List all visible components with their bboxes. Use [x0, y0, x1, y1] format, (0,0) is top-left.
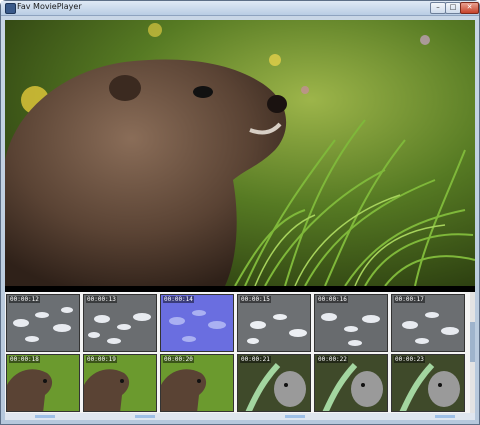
thumbnail-timecode: 00:00:17	[394, 296, 425, 303]
thumbnail-timecode: 00:00:18	[9, 356, 40, 363]
video-frame[interactable]	[5, 20, 475, 286]
thumbnail-timecode: 00:00:12	[9, 296, 40, 303]
app-icon	[5, 3, 16, 14]
timeline-segment	[285, 415, 305, 418]
thumbnail-timecode: 00:00:19	[86, 356, 117, 363]
close-button[interactable]: ✕	[460, 2, 479, 14]
thumbnail-timecode: 00:00:21	[240, 356, 271, 363]
thumbnail-timecode: 00:00:13	[86, 296, 117, 303]
thumbnail-11[interactable]: 00:00:22	[314, 354, 388, 412]
thumbnail-timecode: 00:00:20	[163, 356, 194, 363]
timeline-segment	[435, 415, 455, 418]
thumbnail-2[interactable]: 00:00:13	[83, 294, 157, 352]
maximize-button[interactable]: □	[445, 2, 461, 14]
thumbnail-1[interactable]: 00:00:12	[6, 294, 80, 352]
timeline-segment	[135, 415, 155, 418]
window-title: Fav MoviePlayer	[17, 2, 82, 11]
thumbnail-timecode: 00:00:16	[317, 296, 348, 303]
player-client-area: 00:00:12 00:00:13 00:00:14 00:00:15 00:0…	[5, 20, 475, 420]
minimize-button[interactable]: –	[430, 2, 446, 14]
thumbnail-3-selected[interactable]: 00:00:14	[160, 294, 234, 352]
video-image	[5, 20, 475, 286]
title-bar[interactable]: Fav MoviePlayer – □ ✕	[1, 1, 479, 16]
thumbnail-9[interactable]: 00:00:20	[160, 354, 234, 412]
timeline-segment	[35, 415, 55, 418]
thumbnail-timecode: 00:00:22	[317, 356, 348, 363]
timeline-bar[interactable]	[5, 413, 475, 420]
thumbnail-4[interactable]: 00:00:15	[237, 294, 311, 352]
app-window: Fav MoviePlayer – □ ✕ 00:00:12 00:00:13 …	[0, 0, 480, 425]
thumbnail-10[interactable]: 00:00:21	[237, 354, 311, 412]
scrollbar-thumb[interactable]	[470, 322, 475, 362]
thumbnail-5[interactable]: 00:00:16	[314, 294, 388, 352]
thumbnail-timecode: 00:00:14	[163, 296, 194, 303]
thumbnail-timecode: 00:00:23	[394, 356, 425, 363]
thumbnail-6[interactable]: 00:00:17	[391, 294, 465, 352]
thumbnail-timecode: 00:00:15	[240, 296, 271, 303]
thumbnail-8[interactable]: 00:00:19	[83, 354, 157, 412]
thumbnail-strip: 00:00:12 00:00:13 00:00:14 00:00:15 00:0…	[5, 292, 475, 420]
thumbnail-12[interactable]: 00:00:23	[391, 354, 465, 412]
thumbnail-7[interactable]: 00:00:18	[6, 354, 80, 412]
vertical-scrollbar[interactable]	[470, 292, 475, 416]
